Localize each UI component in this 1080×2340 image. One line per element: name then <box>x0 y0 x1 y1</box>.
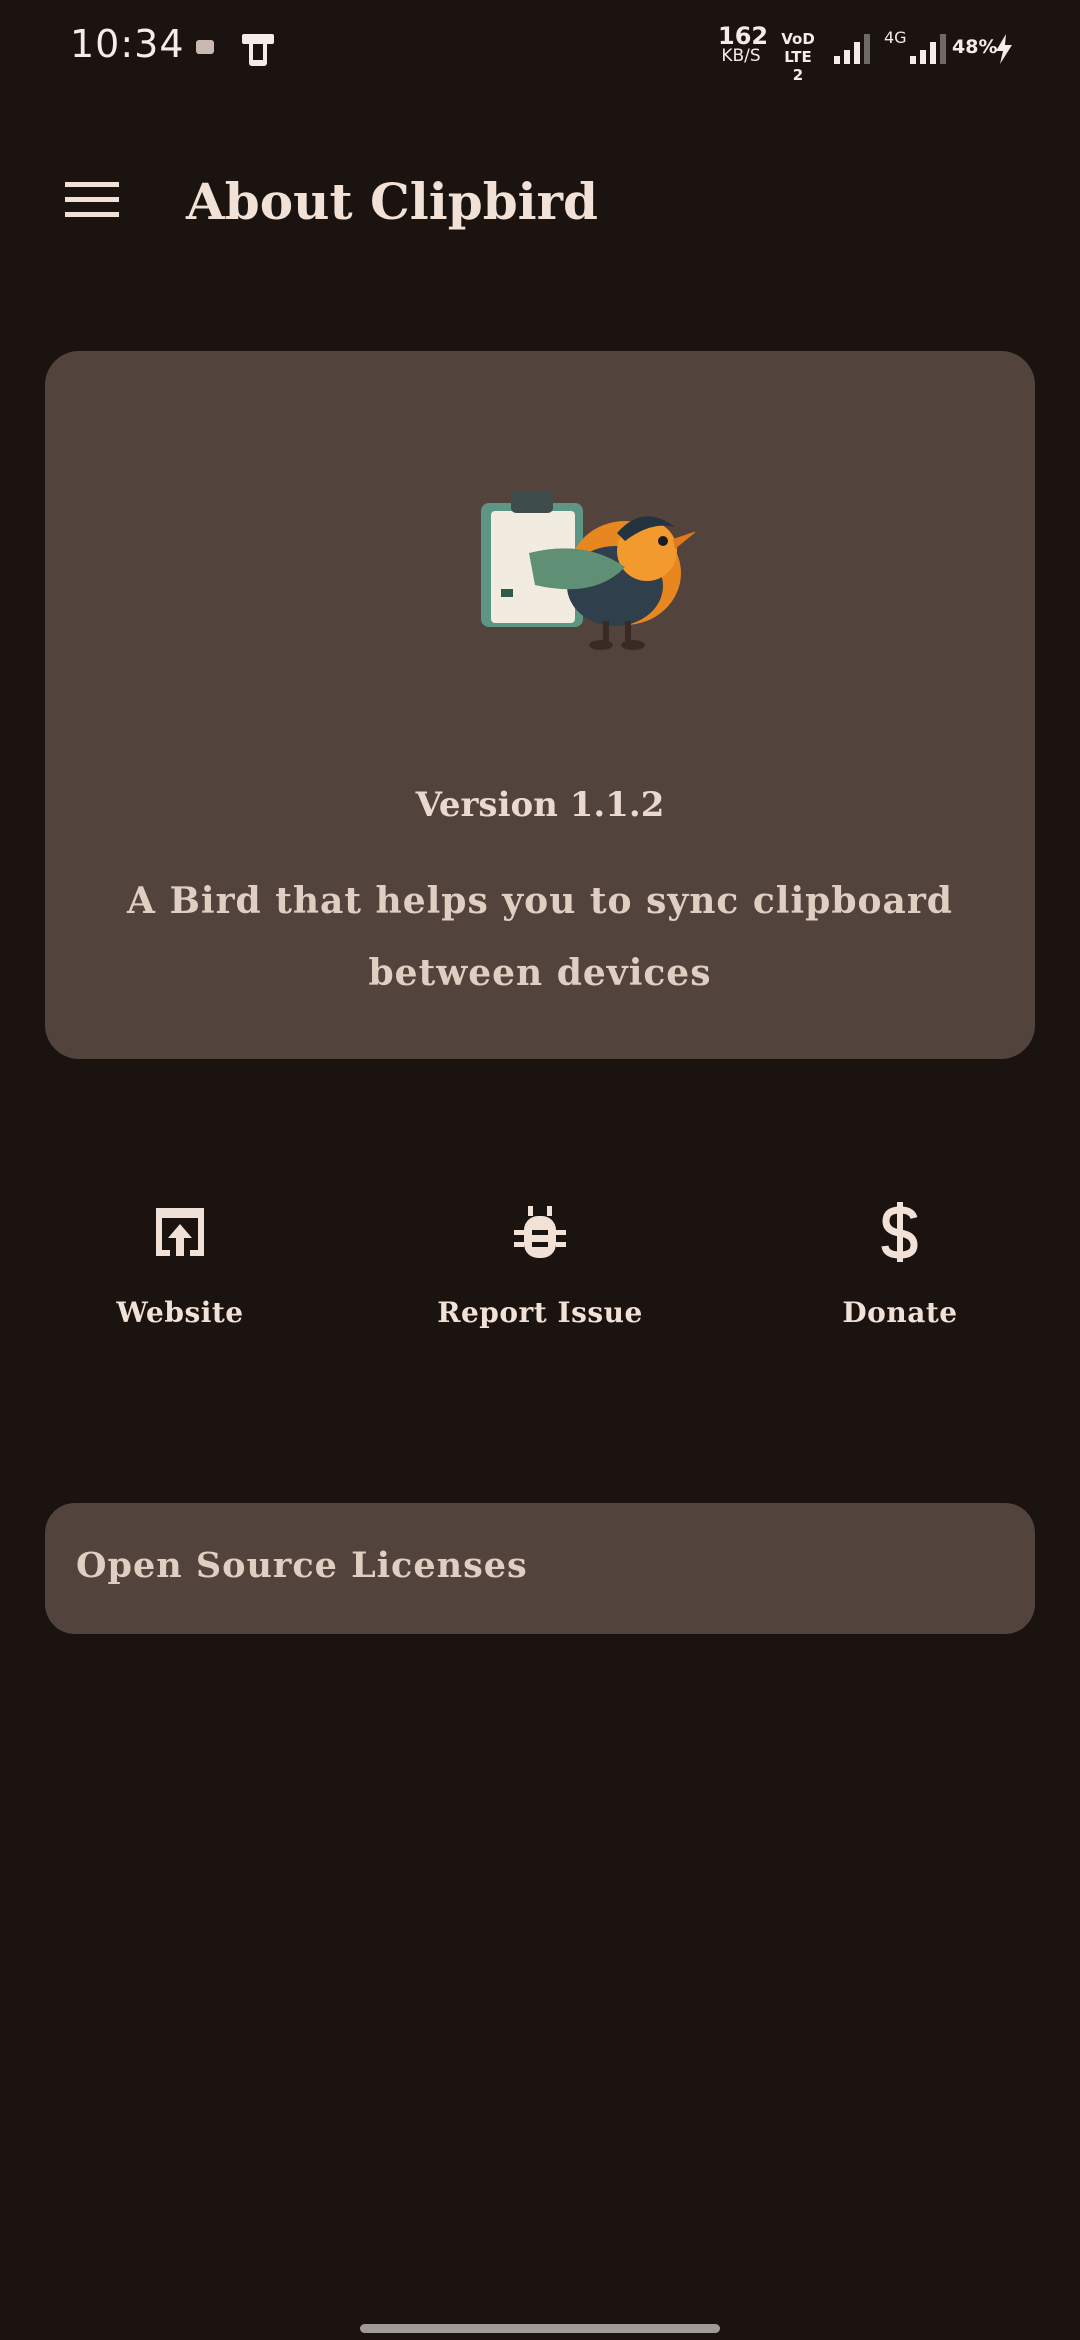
dollar-icon <box>881 1202 918 1262</box>
about-card: Version 1.1.2 A Bird that helps you to s… <box>45 351 1035 1059</box>
open-source-licenses-button[interactable]: Open Source Licenses <box>45 1503 1035 1634</box>
volte-indicator: VoD LTE 2 <box>781 30 815 84</box>
report-issue-button[interactable]: Report Issue <box>390 1180 690 1350</box>
menu-button[interactable] <box>46 162 138 238</box>
gesture-navigation-bar[interactable] <box>360 2324 720 2333</box>
network-type: 4G <box>884 28 907 47</box>
website-button[interactable]: Website <box>30 1180 330 1350</box>
donate-button[interactable]: Donate <box>750 1180 1050 1350</box>
battery-level: 48% <box>952 36 998 58</box>
network-speed: 162 KB/S <box>718 22 769 66</box>
open-source-licenses-label: Open Source Licenses <box>76 1545 528 1586</box>
donate-label: Donate <box>842 1296 958 1329</box>
charging-icon <box>996 34 1012 64</box>
signal-icon <box>834 34 870 64</box>
clipbird-logo <box>481 491 695 650</box>
open-in-browser-icon <box>156 1208 204 1256</box>
phone-icon <box>242 34 274 66</box>
signal-icon <box>910 34 946 64</box>
action-row: Website Report Issue Donate <box>0 1180 1080 1350</box>
notification-icon <box>196 40 214 54</box>
version-text: Version 1.1.2 <box>415 785 665 825</box>
report-issue-label: Report Issue <box>437 1296 643 1329</box>
top-app-bar: About Clipbird <box>0 140 1080 260</box>
bug-icon <box>514 1206 566 1258</box>
website-label: Website <box>116 1296 244 1329</box>
status-bar: 10:34 162 KB/S VoD LTE 2 4G 48% <box>0 0 1080 96</box>
status-time: 10:34 <box>70 22 185 66</box>
app-tagline: A Bird that helps you to sync clipboard … <box>127 880 953 994</box>
hamburger-menu-icon <box>65 182 119 217</box>
page-title: About Clipbird <box>186 172 598 231</box>
